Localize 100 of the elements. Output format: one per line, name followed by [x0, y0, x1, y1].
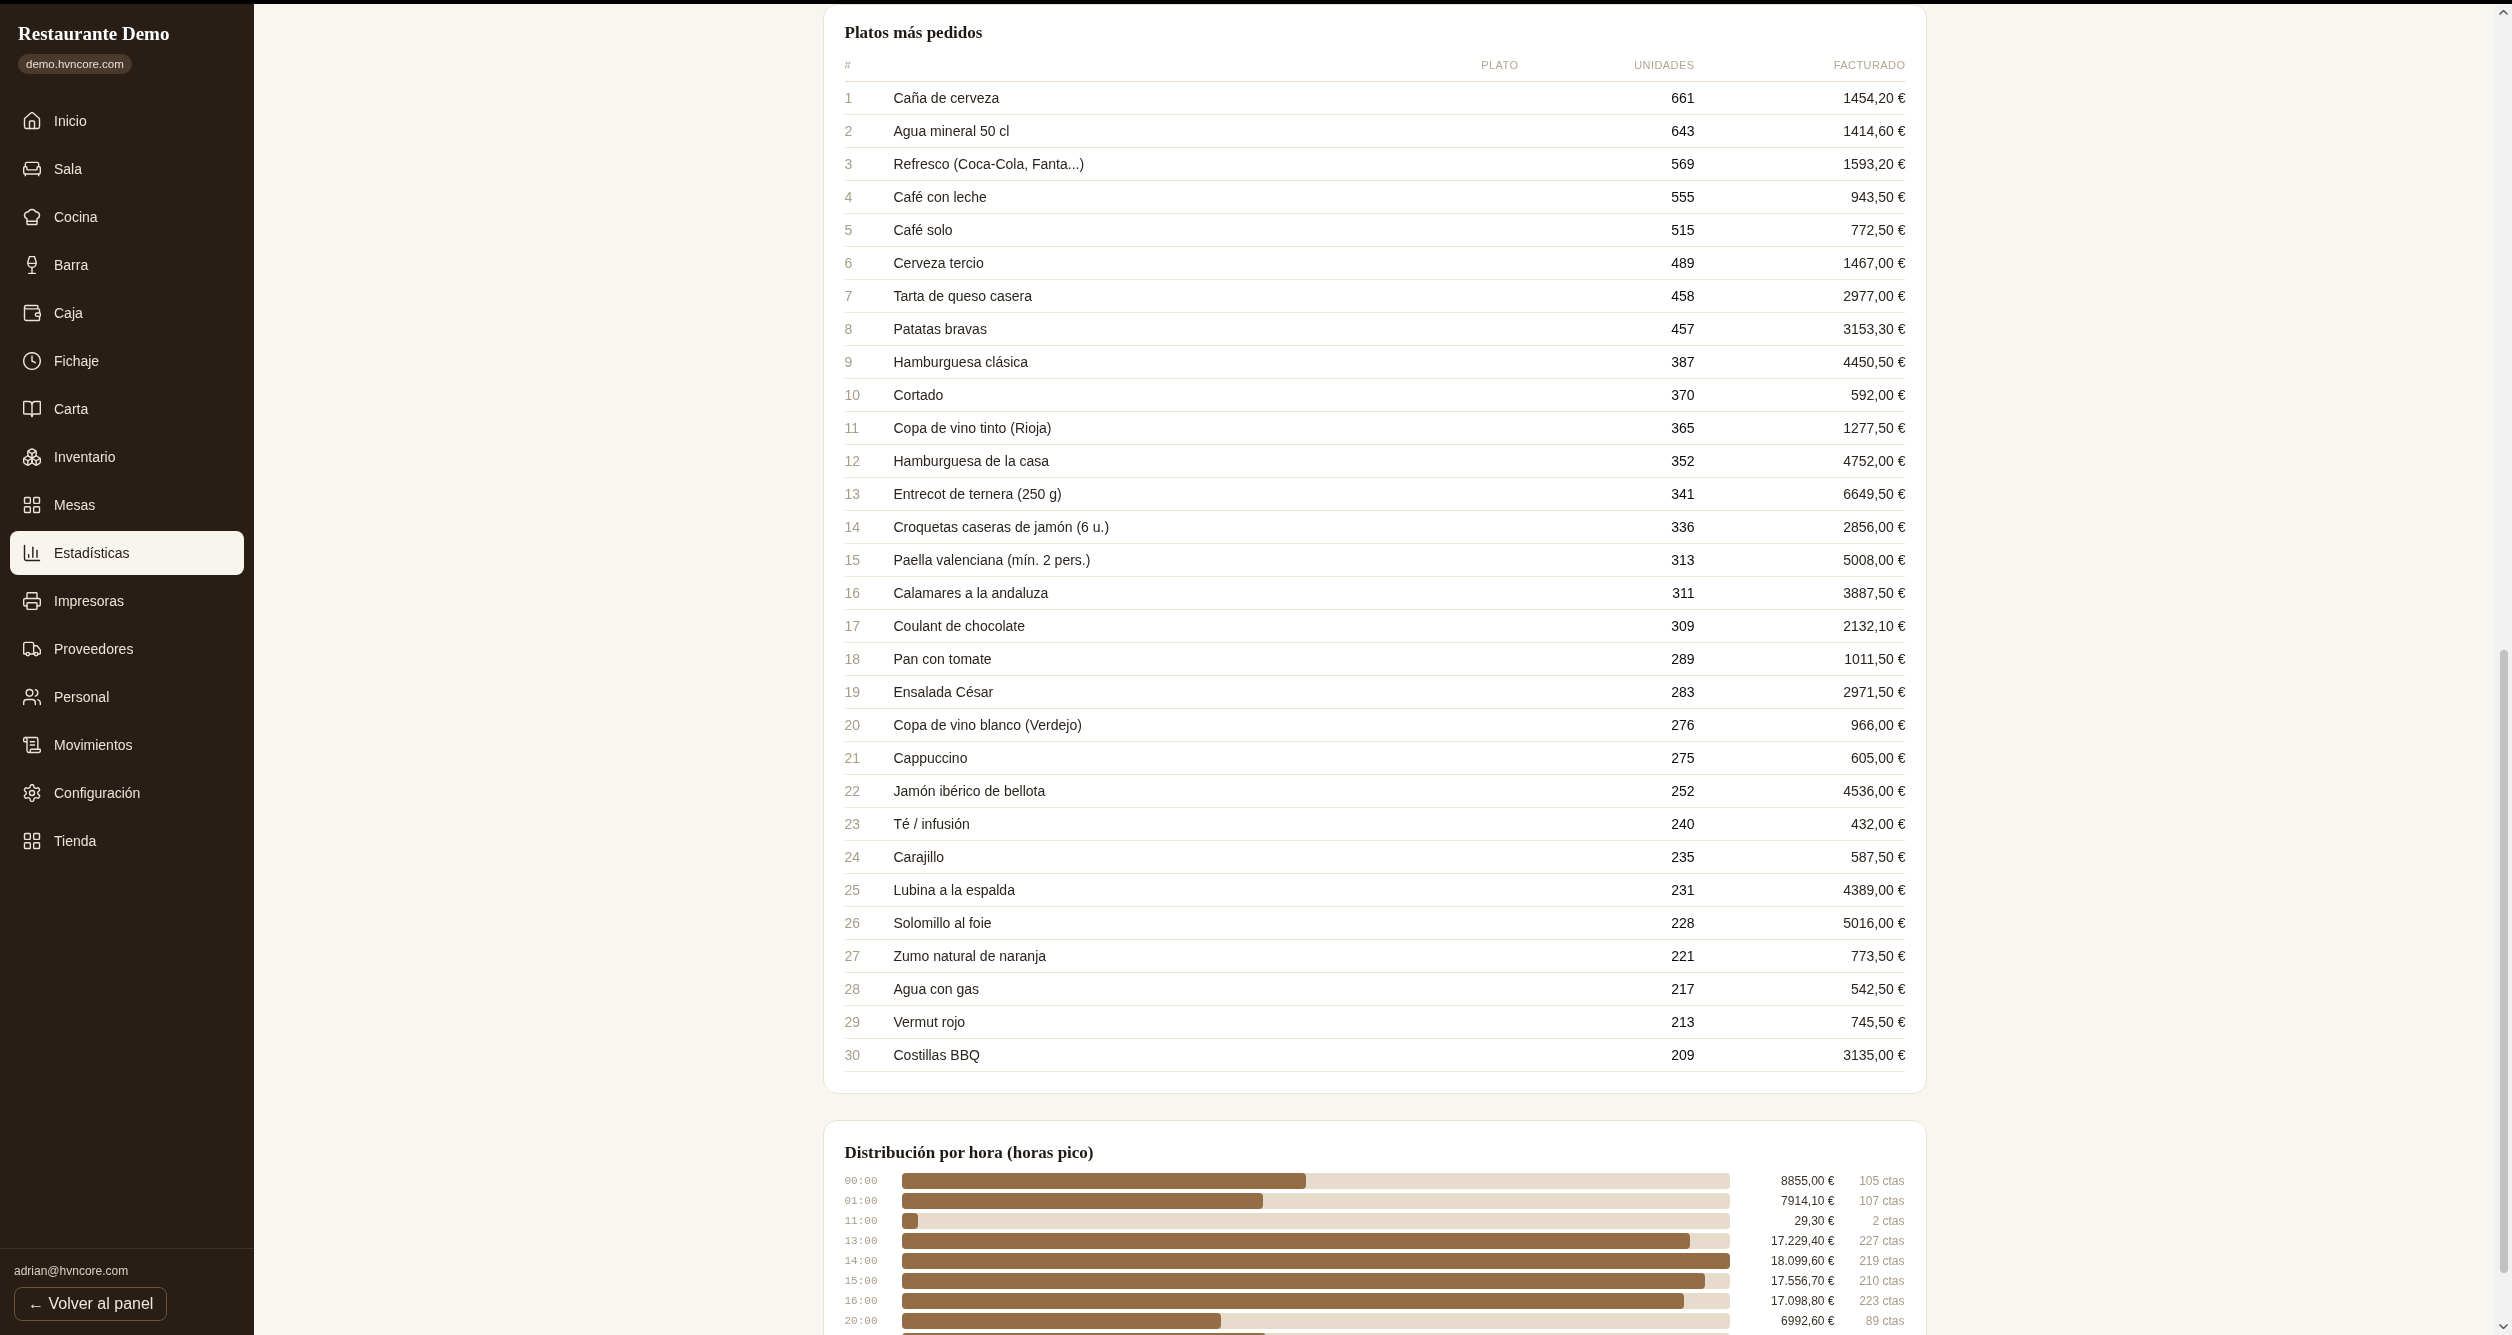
rank-number: 6: [844, 254, 853, 272]
dish-name: Cappuccino: [893, 749, 968, 767]
amount-value: 29,30 €: [1794, 1214, 1835, 1228]
column-header: UNIDADES: [1634, 58, 1695, 73]
nav-item[interactable]: Movimientos: [10, 723, 244, 767]
dish-name: Copa de vino tinto (Rioja): [893, 419, 1052, 437]
units-value: 458: [1671, 287, 1695, 305]
nav-item[interactable]: Personal: [10, 675, 244, 719]
dish-name: Hamburguesa de la casa: [893, 452, 1050, 470]
nav-item[interactable]: Sala: [10, 147, 244, 191]
units-value: 309: [1671, 617, 1695, 635]
units-value: 235: [1671, 848, 1695, 866]
rank-number: 3: [844, 155, 853, 173]
dish-name: Agua con gas: [893, 980, 980, 998]
rank-number: 1: [844, 89, 853, 107]
rank-number: 10: [844, 386, 861, 404]
units-value: 209: [1671, 1046, 1695, 1064]
rank-number: 14: [844, 518, 861, 536]
nav-item[interactable]: Impresoras: [10, 579, 244, 623]
units-value: 313: [1671, 551, 1695, 569]
dish-name: Copa de vino blanco (Verdejo): [893, 716, 1082, 734]
units-value: 231: [1671, 881, 1695, 899]
rank-number: 18: [844, 650, 861, 668]
units-value: 341: [1671, 485, 1695, 503]
printer-icon: [23, 592, 41, 610]
dish-name: Zumo natural de naranja: [893, 947, 1047, 965]
revenue-value: 4450,50 €: [1843, 353, 1906, 371]
hour-label: 16:00: [844, 1294, 878, 1308]
hour-label: 20:00: [844, 1314, 878, 1328]
revenue-value: 1011,50 €: [1844, 650, 1906, 668]
ticket-count: 227 ctas: [1859, 1234, 1905, 1248]
scrollbar-thumb[interactable]: [2499, 650, 2508, 1273]
revenue-value: 5016,00 €: [1843, 914, 1906, 932]
amount-value: 17.098,80 €: [1771, 1294, 1835, 1308]
bar-chart-icon: [23, 544, 41, 562]
armchair-icon: [23, 160, 41, 178]
revenue-value: 5008,00 €: [1843, 551, 1906, 569]
revenue-value: 1277,50 €: [1843, 419, 1906, 437]
chef-hat-icon: [23, 208, 41, 226]
revenue-value: 2971,50 €: [1843, 683, 1906, 701]
column-header: PLATO: [1481, 58, 1519, 73]
home-icon: [23, 112, 41, 130]
dish-name: Jamón ibérico de bellota: [893, 782, 1046, 800]
amount-value: 18.099,60 €: [1771, 1254, 1835, 1268]
units-value: 352: [1671, 452, 1695, 470]
nav-item[interactable]: Cocina: [10, 195, 244, 239]
units-value: 221: [1671, 947, 1695, 965]
nav-item[interactable]: Barra: [10, 243, 244, 287]
rank-number: 13: [844, 485, 861, 503]
revenue-value: 1414,60 €: [1843, 122, 1906, 140]
ticket-count: 2 ctas: [1872, 1214, 1905, 1228]
scroll-down-icon[interactable]: [2499, 1324, 2508, 1329]
amount-value: 17.229,40 €: [1771, 1234, 1835, 1248]
amount-value: 7914,10 €: [1781, 1194, 1835, 1208]
dish-name: Solomillo al foie: [893, 914, 992, 932]
nav-item[interactable]: Carta: [10, 387, 244, 431]
nav-item[interactable]: Mesas: [10, 483, 244, 527]
units-value: 283: [1671, 683, 1695, 701]
dish-name: Pan con tomate: [893, 650, 992, 668]
rank-number: 19: [844, 683, 861, 701]
nav-item[interactable]: Fichaje: [10, 339, 244, 383]
dish-name: Café solo: [893, 221, 953, 239]
units-value: 240: [1671, 815, 1695, 833]
rank-number: 2: [844, 122, 853, 140]
rank-number: 25: [844, 881, 861, 899]
dish-name: Coulant de chocolate: [893, 617, 1026, 635]
nav-item[interactable]: Estadísticas: [10, 531, 244, 575]
nav-item[interactable]: Tienda: [10, 819, 244, 863]
scroll-up-icon[interactable]: [2499, 10, 2508, 15]
rank-number: 9: [844, 353, 853, 371]
hour-label: 01:00: [844, 1194, 878, 1208]
hour-label: 15:00: [844, 1274, 878, 1288]
revenue-value: 2856,00 €: [1843, 518, 1906, 536]
ticket-count: 89 ctas: [1865, 1314, 1905, 1328]
revenue-value: 772,50 €: [1851, 221, 1906, 239]
revenue-value: 1454,20 €: [1843, 89, 1906, 107]
nav-item[interactable]: Inventario: [10, 435, 244, 479]
ticket-count: 105 ctas: [1859, 1174, 1905, 1188]
hour-label: 13:00: [844, 1234, 878, 1248]
dish-name: Entrecot de ternera (250 g): [893, 485, 1062, 503]
units-value: 365: [1671, 419, 1695, 437]
rank-number: 24: [844, 848, 861, 866]
rank-number: 11: [844, 419, 860, 437]
ticket-count: 219 ctas: [1859, 1254, 1905, 1268]
nav-item[interactable]: Proveedores: [10, 627, 244, 671]
nav-item[interactable]: Caja: [10, 291, 244, 335]
nav-item[interactable]: Inicio: [10, 99, 244, 143]
dish-name: Costillas BBQ: [893, 1046, 980, 1064]
hour-label: 11:00: [844, 1214, 878, 1228]
nav-item[interactable]: Configuración: [10, 771, 244, 815]
dish-name: Patatas bravas: [893, 320, 987, 338]
units-value: 387: [1671, 353, 1695, 371]
dish-name: Refresco (Coca-Cola, Fanta...): [893, 155, 1085, 173]
units-value: 276: [1671, 716, 1695, 734]
amount-value: 17.556,70 €: [1771, 1274, 1835, 1288]
units-value: 515: [1671, 221, 1695, 239]
rank-number: 21: [844, 749, 861, 767]
back-button[interactable]: ← Volver al panel: [14, 1287, 168, 1321]
wallet-icon: [23, 304, 41, 322]
revenue-value: 542,50 €: [1851, 980, 1906, 998]
